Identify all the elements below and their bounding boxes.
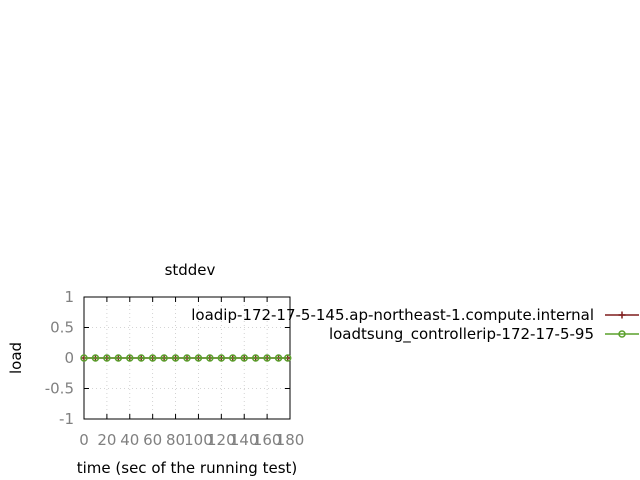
- chart: 0 20 40 60 80 100120140160180-1-0.500.51 stdd…: [7, 261, 639, 477]
- y-tick-label: 0: [64, 349, 74, 367]
- x-tick-label: 80: [166, 431, 185, 449]
- legend-label: loadip-172-17-5-145.ap-northeast-1.compu…: [191, 306, 594, 324]
- legend-swatch-marker: [618, 311, 626, 319]
- x-tick-label: 40: [120, 431, 139, 449]
- x-tick-label: 180: [276, 431, 305, 449]
- y-axis-title: load: [7, 342, 25, 374]
- series: [80, 354, 292, 362]
- x-tick-label: 60: [143, 431, 162, 449]
- legend: loadip-172-17-5-145.ap-northeast-1.compu…: [191, 306, 639, 344]
- series-2: [80, 354, 292, 362]
- x-tick-label: 0: [79, 431, 89, 449]
- y-tick-label: -1: [59, 410, 74, 428]
- x-tick-label: 20: [97, 431, 116, 449]
- y-tick-label: 0.5: [50, 319, 74, 337]
- y-tick-label: -0.5: [45, 380, 74, 398]
- y-tick-label: 1: [64, 288, 74, 306]
- x-axis-title: time (sec of the running test): [77, 459, 298, 477]
- chart-title: stddev: [165, 261, 216, 279]
- legend-label: loadtsung_controllerip-172-17-5-95: [329, 325, 594, 344]
